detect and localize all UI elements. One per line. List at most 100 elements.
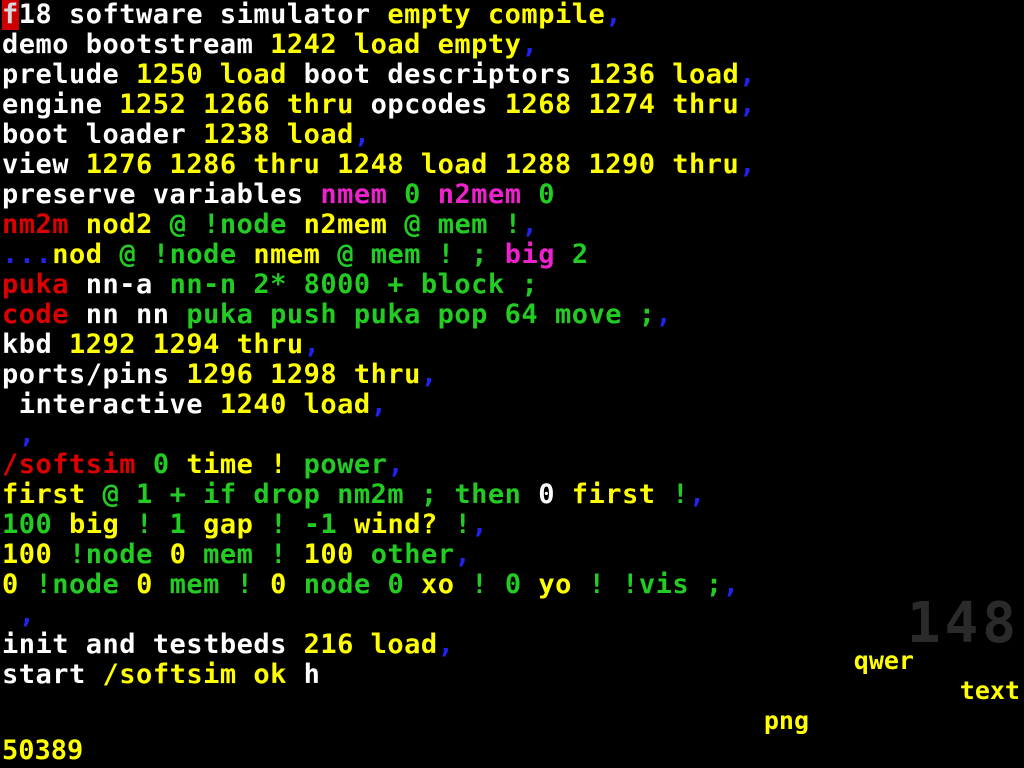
source-token[interactable]: ,: [521, 29, 538, 60]
source-token[interactable]: /softsim: [2, 449, 136, 480]
source-token[interactable]: [86, 479, 103, 510]
label-text[interactable]: text: [960, 676, 1020, 705]
source-token[interactable]: gap: [203, 509, 253, 540]
source-token[interactable]: [488, 239, 505, 270]
label-qwer[interactable]: qwer: [854, 646, 914, 675]
source-token[interactable]: [521, 179, 538, 210]
source-token[interactable]: !: [136, 509, 153, 540]
source-token[interactable]: [136, 449, 153, 480]
source-token[interactable]: nod: [52, 239, 102, 270]
source-token[interactable]: nm2m: [2, 209, 69, 240]
label-png[interactable]: png: [764, 706, 809, 735]
source-token[interactable]: ,: [2, 419, 36, 450]
source-line[interactable]: prelude 1250 load boot descriptors 1236 …: [0, 60, 1024, 90]
source-token[interactable]: !node: [36, 569, 120, 600]
source-line[interactable]: nm2m nod2 @ !node n2mem @ mem !,: [0, 210, 1024, 240]
source-line[interactable]: code nn nn puka push puka pop 64 move ;,: [0, 300, 1024, 330]
source-token[interactable]: nmem: [320, 179, 387, 210]
source-token[interactable]: boot descriptors: [304, 59, 589, 90]
source-token[interactable]: ,: [655, 299, 672, 330]
source-token[interactable]: wind?: [354, 509, 438, 540]
source-token[interactable]: [153, 269, 170, 300]
source-token[interactable]: [455, 569, 472, 600]
source-token[interactable]: [287, 209, 304, 240]
source-token[interactable]: ,: [522, 209, 539, 240]
source-token[interactable]: 1252 1266 thru: [119, 89, 370, 120]
source-token[interactable]: 1292 1294 thru: [69, 329, 304, 360]
source-token[interactable]: [387, 179, 404, 210]
source-token[interactable]: opcodes: [371, 89, 505, 120]
source-line[interactable]: ,: [0, 420, 1024, 450]
source-token[interactable]: puka: [2, 269, 69, 300]
source-token[interactable]: ,: [739, 59, 756, 90]
source-token[interactable]: other: [371, 539, 455, 570]
source-token[interactable]: h: [304, 659, 321, 690]
source-token[interactable]: [572, 569, 589, 600]
source-token[interactable]: 100: [2, 509, 52, 540]
source-token[interactable]: [287, 449, 304, 480]
source-token[interactable]: [555, 479, 572, 510]
source-token[interactable]: [521, 479, 538, 510]
source-token[interactable]: ,: [354, 119, 371, 150]
source-token[interactable]: 0: [136, 569, 153, 600]
source-token[interactable]: [19, 569, 36, 600]
source-token[interactable]: 0: [270, 569, 287, 600]
source-token[interactable]: 1: [170, 509, 187, 540]
source-token[interactable]: ,: [723, 569, 740, 600]
source-token[interactable]: [119, 509, 136, 540]
source-token[interactable]: /softsim ok: [103, 659, 304, 690]
source-token[interactable]: init and testbeds: [2, 629, 304, 660]
source-token[interactable]: ,: [689, 479, 706, 510]
source-token[interactable]: !node: [69, 539, 153, 570]
source-token[interactable]: ,: [471, 509, 488, 540]
source-token[interactable]: 1240 load: [220, 389, 371, 420]
source-token[interactable]: [555, 239, 572, 270]
source-token[interactable]: boot loader: [2, 119, 203, 150]
source-token[interactable]: [656, 479, 673, 510]
source-token[interactable]: ,: [421, 359, 438, 390]
source-line[interactable]: ports/pins 1296 1298 thru,: [0, 360, 1024, 390]
source-token[interactable]: ,: [2, 599, 36, 630]
source-token[interactable]: [387, 209, 404, 240]
source-token[interactable]: n2mem: [304, 209, 388, 240]
source-token[interactable]: [186, 539, 203, 570]
source-token[interactable]: first: [572, 479, 656, 510]
source-token[interactable]: [438, 509, 455, 540]
source-block[interactable]: f18 software simulator empty compile, dem…: [0, 0, 1024, 690]
source-token[interactable]: @ mem !: [404, 209, 521, 240]
source-token[interactable]: nn-n 2* 8000 + block ;: [170, 269, 539, 300]
source-token[interactable]: preserve variables: [2, 179, 320, 210]
source-token[interactable]: ,: [739, 149, 756, 180]
source-token[interactable]: mem !: [203, 539, 287, 570]
source-line[interactable]: f18 software simulator empty compile,: [0, 0, 1024, 30]
source-token[interactable]: big: [69, 509, 119, 540]
source-token[interactable]: -1: [304, 509, 338, 540]
source-token[interactable]: [52, 539, 69, 570]
source-token[interactable]: time !: [186, 449, 287, 480]
source-token[interactable]: 100: [304, 539, 354, 570]
source-token[interactable]: ,: [455, 539, 472, 570]
source-token[interactable]: ! !vis ;: [589, 569, 723, 600]
source-token[interactable]: [421, 179, 438, 210]
source-token[interactable]: [69, 209, 86, 240]
source-token[interactable]: xo: [421, 569, 455, 600]
source-line[interactable]: 100 !node 0 mem ! 100 other,: [0, 540, 1024, 570]
source-token[interactable]: [320, 239, 337, 270]
source-token[interactable]: 1250 load: [136, 59, 304, 90]
source-token[interactable]: [153, 209, 170, 240]
source-line[interactable]: 100 big ! 1 gap ! -1 wind? !,: [0, 510, 1024, 540]
source-token[interactable]: kbd: [2, 329, 69, 360]
source-token[interactable]: node: [304, 569, 371, 600]
source-token[interactable]: [186, 509, 203, 540]
source-token[interactable]: start: [2, 659, 103, 690]
source-token[interactable]: [287, 569, 304, 600]
source-token[interactable]: 1242 load empty: [270, 29, 521, 60]
source-line[interactable]: /softsim 0 time ! power,: [0, 450, 1024, 480]
source-token[interactable]: engine: [2, 89, 119, 120]
source-line[interactable]: first @ 1 + if drop nm2m ; then 0 first …: [0, 480, 1024, 510]
source-token[interactable]: interactive: [2, 389, 220, 420]
source-token[interactable]: first: [2, 479, 86, 510]
source-token[interactable]: [522, 569, 539, 600]
source-token[interactable]: 0: [153, 449, 170, 480]
source-token[interactable]: ,: [387, 449, 404, 480]
